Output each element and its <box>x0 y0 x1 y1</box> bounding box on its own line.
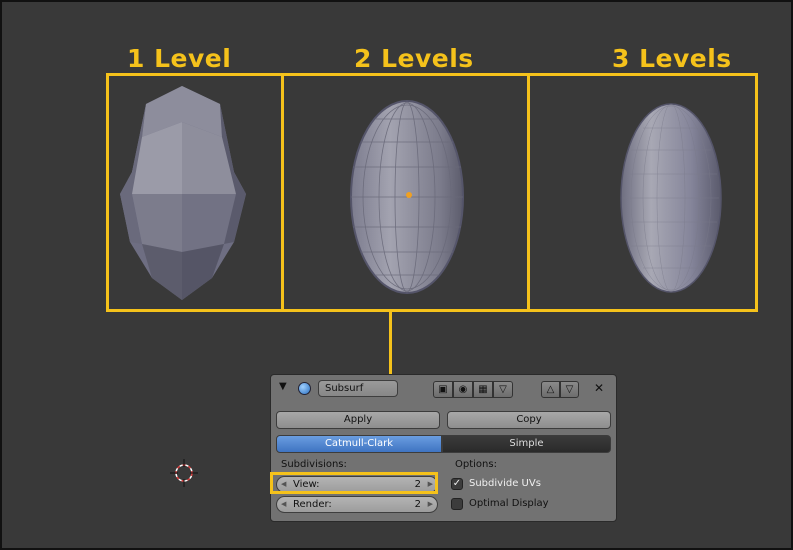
decrement-arrow-icon[interactable]: ◀ <box>281 497 286 512</box>
simple-toggle[interactable]: Simple <box>442 435 611 453</box>
render-value: 2 <box>414 499 421 510</box>
optimal-display-label: Optimal Display <box>469 498 549 509</box>
render-levels-field[interactable]: ◀ Render: 2 ▶ <box>276 496 438 513</box>
3d-cursor-icon[interactable] <box>168 457 200 489</box>
move-down-icon[interactable]: ▽ <box>560 381 579 398</box>
view-field-highlight <box>270 472 438 494</box>
render-label: Render: <box>293 499 332 510</box>
level-3-title: 3 Levels <box>612 44 732 73</box>
subdivide-uvs-checkbox[interactable]: ✓ <box>451 478 463 490</box>
mesh-level-3[interactable] <box>619 102 727 297</box>
cage-toggle-icon[interactable]: ▽ <box>493 381 513 398</box>
3d-viewport[interactable]: 1 Level 2 Levels 3 Levels ▼ Subsurf ▣ ◉ … <box>0 0 793 550</box>
editmode-toggle-icon[interactable]: ▦ <box>473 381 493 398</box>
copy-button[interactable]: Copy <box>447 411 611 429</box>
mesh-level-1[interactable] <box>112 82 252 308</box>
move-up-icon[interactable]: △ <box>541 381 560 398</box>
level-1-title: 1 Level <box>127 44 232 73</box>
modifier-type-icon <box>298 382 311 395</box>
subsurf-modifier-panel: ▼ Subsurf ▣ ◉ ▦ ▽ △ ▽ ✕ Apply Copy Catmu… <box>270 374 617 522</box>
render-toggle-icon[interactable]: ▣ <box>433 381 453 398</box>
collapse-triangle-icon[interactable]: ▼ <box>279 381 287 392</box>
modifier-name-input[interactable]: Subsurf <box>318 380 398 397</box>
optimal-display-checkbox[interactable] <box>451 498 463 510</box>
options-label: Options: <box>455 459 497 470</box>
close-icon[interactable]: ✕ <box>594 381 604 395</box>
subdivide-uvs-label: Subdivide UVs <box>469 478 541 489</box>
origin-dot-icon <box>406 192 412 198</box>
mesh-level-2[interactable] <box>347 97 467 297</box>
level-2-title: 2 Levels <box>354 44 474 73</box>
apply-button[interactable]: Apply <box>276 411 440 429</box>
increment-arrow-icon[interactable]: ▶ <box>428 497 433 512</box>
modifier-header: ▼ Subsurf ▣ ◉ ▦ ▽ △ ▽ ✕ <box>271 375 616 403</box>
viewport-toggle-icon[interactable]: ◉ <box>453 381 473 398</box>
subdivisions-label: Subdivisions: <box>281 459 347 470</box>
catmull-clark-toggle[interactable]: Catmull-Clark <box>276 435 442 453</box>
